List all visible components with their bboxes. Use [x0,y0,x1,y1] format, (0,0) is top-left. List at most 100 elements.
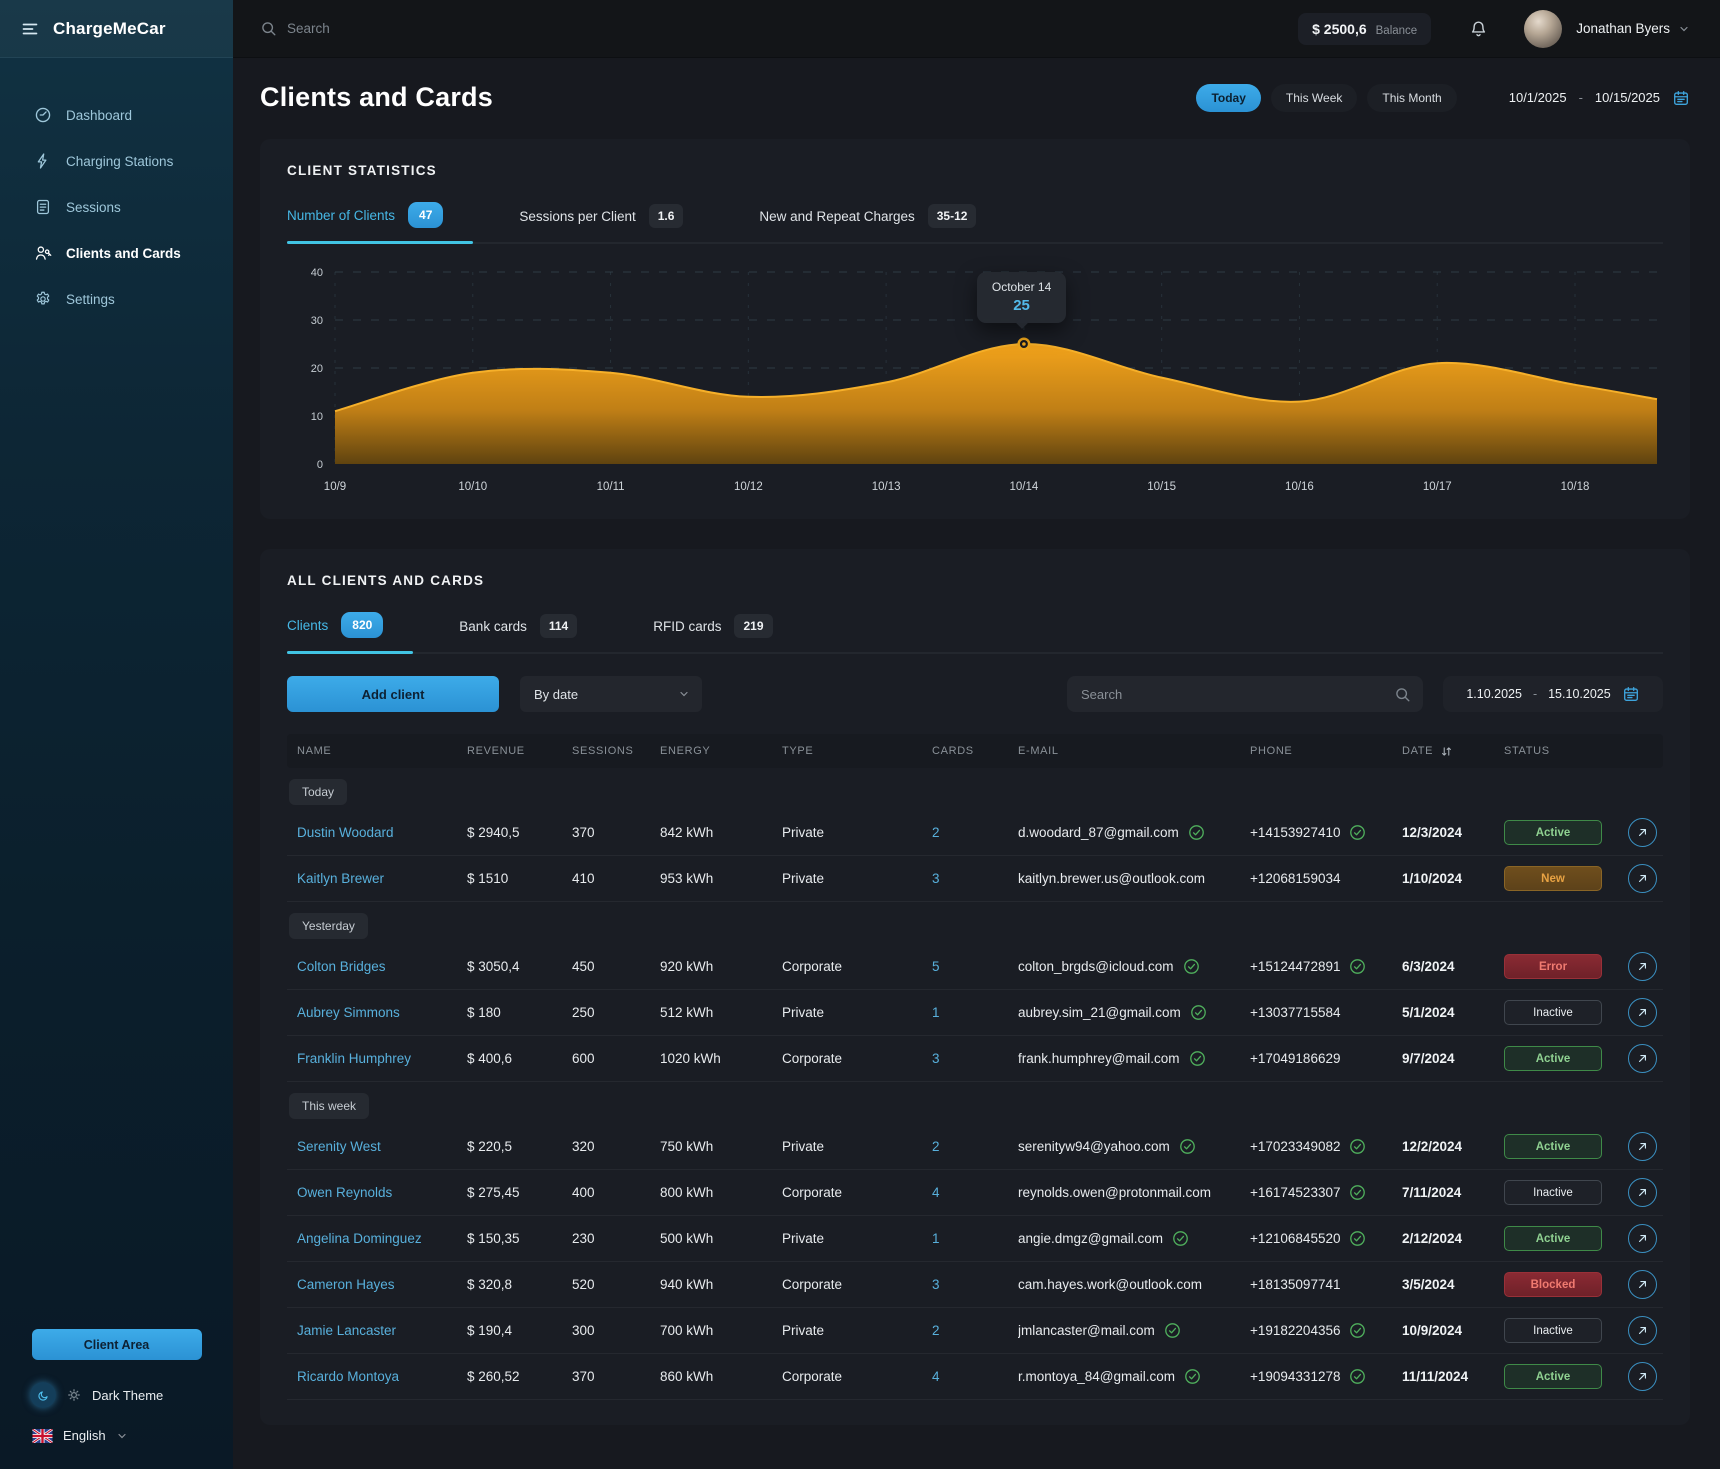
sidebar-item-clients-and-cards[interactable]: Clients and Cards [0,234,233,272]
calendar-icon[interactable] [1622,685,1640,703]
open-client-button[interactable] [1628,1316,1657,1345]
range-tab-this-month[interactable]: This Month [1367,84,1456,112]
sort-select[interactable]: By date [520,676,702,712]
sessions-icon [34,198,52,216]
status-badge: Inactive [1504,1180,1602,1205]
column-header-phone: PHONE [1250,745,1402,757]
stats-tab-sessions-per-client[interactable]: Sessions per Client 1.6 [519,204,687,242]
notifications-bell-icon[interactable] [1469,19,1488,39]
date-from[interactable]: 1.10.2025 [1466,687,1522,701]
open-client-button[interactable] [1628,1362,1657,1391]
table-row[interactable]: Franklin Humphrey $ 400,6 600 1020 kWh C… [287,1036,1663,1082]
client-cards-link[interactable]: 4 [932,1369,940,1384]
table-row[interactable]: Colton Bridges $ 3050,4 450 920 kWh Corp… [287,944,1663,990]
client-date: 7/11/2024 [1402,1185,1504,1200]
client-sessions: 370 [572,1369,660,1384]
client-cards-link[interactable]: 1 [932,1005,940,1020]
menu-icon[interactable] [20,19,40,39]
client-energy: 1020 kWh [660,1051,782,1066]
client-name-link[interactable]: Owen Reynolds [297,1185,392,1200]
theme-toggle[interactable]: Dark Theme [0,1382,233,1408]
open-client-button[interactable] [1628,952,1657,981]
clients-tab-rfid-cards[interactable]: RFID cards 219 [653,614,776,652]
table-row[interactable]: Jamie Lancaster $ 190,4 300 700 kWh Priv… [287,1308,1663,1354]
open-client-button[interactable] [1628,1132,1657,1161]
client-name-link[interactable]: Angelina Dominguez [297,1231,422,1246]
stats-tab-number-of-clients[interactable]: Number of Clients 47 [287,202,447,242]
open-client-button[interactable] [1628,818,1657,847]
client-type: Private [782,1323,932,1338]
clients-icon [34,244,52,262]
client-cards-link[interactable]: 1 [932,1231,940,1246]
client-name-link[interactable]: Colton Bridges [297,959,386,974]
table-row[interactable]: Owen Reynolds $ 275,45 400 800 kWh Corpo… [287,1170,1663,1216]
page-header: Clients and Cards TodayThis WeekThis Mon… [260,82,1690,113]
date-to[interactable]: 15.10.2025 [1548,687,1611,701]
open-client-button[interactable] [1628,1270,1657,1299]
chevron-down-icon[interactable] [1678,23,1690,35]
client-email: angie.dmgz@gmail.com [1018,1231,1163,1246]
table-row[interactable]: Kaitlyn Brewer $ 1510 410 953 kWh Privat… [287,856,1663,902]
client-name-link[interactable]: Kaitlyn Brewer [297,871,384,886]
client-name-link[interactable]: Serenity West [297,1139,381,1154]
stats-tab-new-and-repeat-charges[interactable]: New and Repeat Charges 35-12 [759,204,980,242]
client-name-link[interactable]: Franklin Humphrey [297,1051,411,1066]
email-verified-check-icon [1190,1004,1207,1021]
header-date-range[interactable]: 10/1/2025 - 10/15/2025 [1509,89,1690,107]
client-cards-link[interactable]: 2 [932,1323,940,1338]
clients-area-chart[interactable]: 01020304010/910/1010/1110/1210/1310/1410… [287,258,1663,498]
client-name-link[interactable]: Cameron Hayes [297,1277,395,1292]
sidebar-item-dashboard[interactable]: Dashboard [0,96,233,134]
range-tab-today[interactable]: Today [1196,84,1260,112]
open-client-button[interactable] [1628,1224,1657,1253]
client-name-link[interactable]: Ricardo Montoya [297,1369,399,1384]
table-row[interactable]: Dustin Woodard $ 2940,5 370 842 kWh Priv… [287,810,1663,856]
table-row[interactable]: Cameron Hayes $ 320,8 520 940 kWh Corpor… [287,1262,1663,1308]
sort-icon[interactable] [1440,745,1453,758]
client-name-link[interactable]: Aubrey Simmons [297,1005,400,1020]
client-area-button[interactable]: Client Area [32,1329,202,1360]
open-client-button[interactable] [1628,864,1657,893]
group-chip-yesterday: Yesterday [289,913,368,939]
phone-verified-check-icon [1349,1184,1366,1201]
client-cards-link[interactable]: 2 [932,1139,940,1154]
sidebar-item-sessions[interactable]: Sessions [0,188,233,226]
user-name[interactable]: Jonathan Byers [1576,21,1670,36]
range-tab-this-week[interactable]: This Week [1271,84,1357,112]
client-cards-link[interactable]: 5 [932,959,940,974]
clients-tab-clients[interactable]: Clients 820 [287,612,387,652]
avatar[interactable] [1524,10,1562,48]
calendar-icon[interactable] [1672,89,1690,107]
client-cards-link[interactable]: 3 [932,1051,940,1066]
clients-tab-bank-cards[interactable]: Bank cards 114 [459,614,581,652]
open-client-button[interactable] [1628,1044,1657,1073]
open-client-button[interactable] [1628,998,1657,1027]
language-selector[interactable]: English [0,1428,233,1443]
client-cards-link[interactable]: 4 [932,1185,940,1200]
client-type: Corporate [782,1051,932,1066]
sidebar-item-charging-stations[interactable]: Charging Stations [0,142,233,180]
table-search-input[interactable] [1081,687,1394,702]
add-client-button[interactable]: Add client [287,676,499,712]
client-cards-link[interactable]: 3 [932,871,940,886]
client-cards-link[interactable]: 2 [932,825,940,840]
open-client-button[interactable] [1628,1178,1657,1207]
global-search-input[interactable] [287,21,587,36]
client-energy: 860 kWh [660,1369,782,1384]
date-from[interactable]: 10/1/2025 [1509,90,1567,105]
table-row[interactable]: Angelina Dominguez $ 150,35 230 500 kWh … [287,1216,1663,1262]
status-badge: New [1504,866,1602,891]
client-name-link[interactable]: Dustin Woodard [297,825,394,840]
table-date-range[interactable]: 1.10.2025 - 15.10.2025 [1443,676,1663,712]
table-row[interactable]: Aubrey Simmons $ 180 250 512 kWh Private… [287,990,1663,1036]
client-cards-link[interactable]: 3 [932,1277,940,1292]
table-row[interactable]: Serenity West $ 220,5 320 750 kWh Privat… [287,1124,1663,1170]
sun-icon[interactable] [66,1387,82,1403]
table-row[interactable]: Ricardo Montoya $ 260,52 370 860 kWh Cor… [287,1354,1663,1400]
date-to[interactable]: 10/15/2025 [1595,90,1660,105]
client-revenue: $ 260,52 [467,1369,572,1384]
sidebar-item-settings[interactable]: Settings [0,280,233,318]
client-name-link[interactable]: Jamie Lancaster [297,1323,396,1338]
moon-icon[interactable] [30,1382,56,1408]
balance-pill[interactable]: $ 2500,6 Balance [1298,13,1431,45]
